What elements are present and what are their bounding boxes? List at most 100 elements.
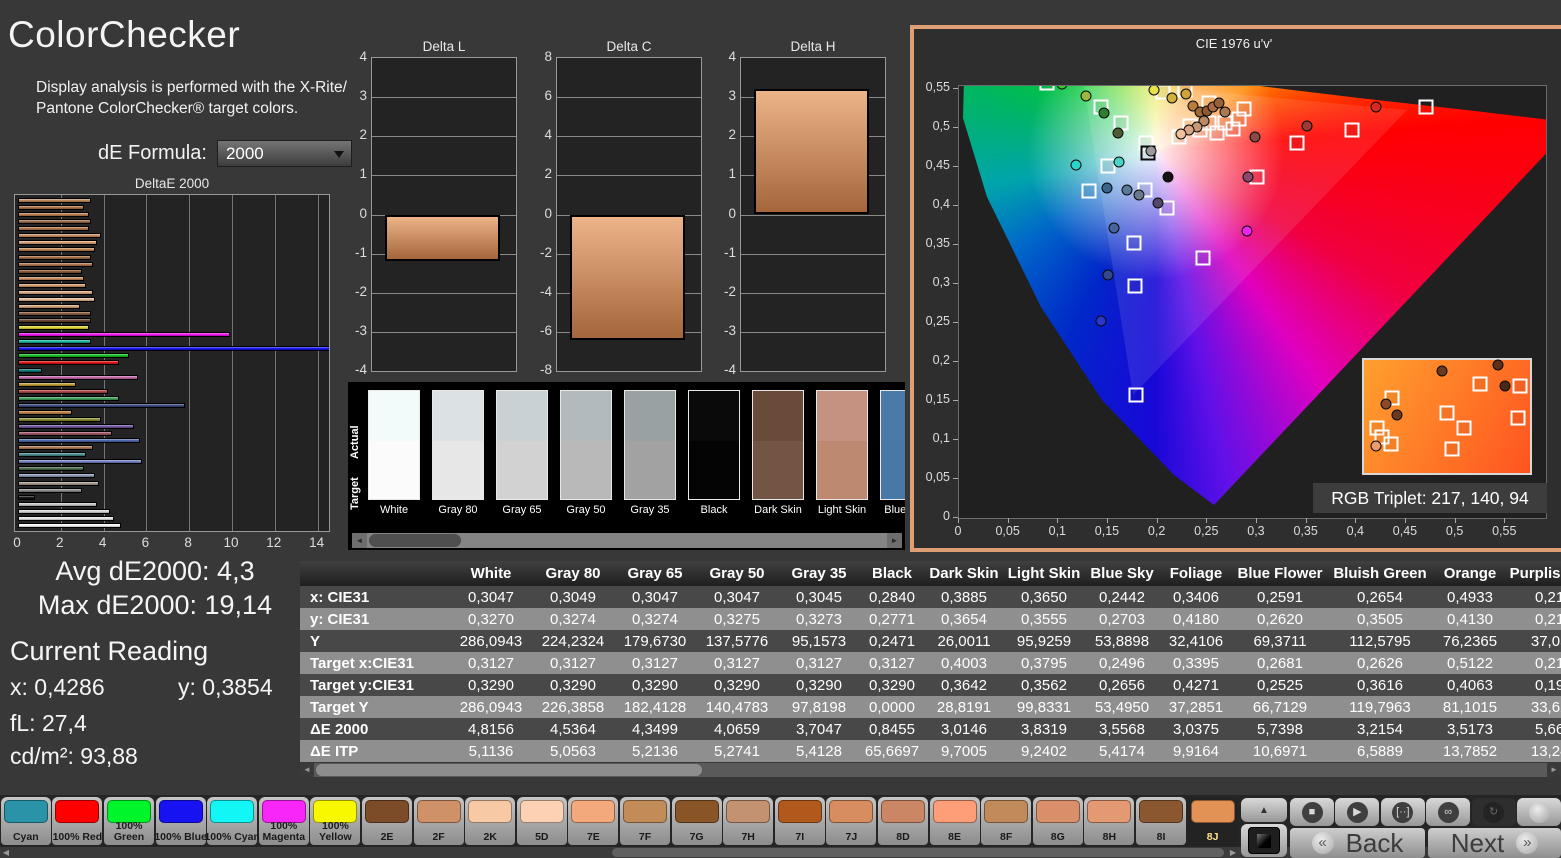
patch-button-7j[interactable]: 7J xyxy=(826,797,876,845)
rgb-triplet-readout: RGB Triplet: 217, 140, 94 xyxy=(1313,483,1547,513)
de-formula-dropdown[interactable]: 2000 xyxy=(217,140,352,167)
swatch-label: Gray 80 xyxy=(426,504,490,516)
patch-strip-scrollbar[interactable]: ◀ ▶ xyxy=(0,847,1240,858)
patch-color-chip xyxy=(623,800,667,823)
patch-button-100-blue[interactable]: 100% Blue xyxy=(156,797,206,845)
patch-button-7f[interactable]: 7F xyxy=(620,797,670,845)
table-cell: 26,0011 xyxy=(924,630,1004,652)
scroll-right-icon[interactable]: ▶ xyxy=(1227,847,1239,858)
patch-button-8e[interactable]: 8E xyxy=(930,797,980,845)
cie-x-tick xyxy=(1306,518,1307,523)
patch-button-2k[interactable]: 2K xyxy=(465,797,515,845)
swatch-scrollbar[interactable]: ◄ ► xyxy=(352,533,902,548)
deltae-bar xyxy=(18,396,119,401)
patch-button-7h[interactable]: 7H xyxy=(723,797,773,845)
play-button[interactable]: ▶ xyxy=(1335,798,1379,826)
delta-bar xyxy=(570,215,685,340)
table-cell: 99,8331 xyxy=(1004,696,1084,718)
record-blank-button[interactable] xyxy=(1517,798,1561,826)
patch-color-chip xyxy=(675,800,719,823)
patch-button-7i[interactable]: 7I xyxy=(775,797,825,845)
page-title: ColorChecker xyxy=(8,14,240,56)
scroll-left-icon[interactable]: ◄ xyxy=(300,763,314,777)
loop-button[interactable]: ↻ xyxy=(1472,798,1516,826)
table-column-header: Light Skin xyxy=(1004,561,1084,586)
patch-button-100-cyan[interactable]: 100% Cyan xyxy=(207,797,257,845)
cie-measurement-marker xyxy=(1243,172,1254,183)
de-formula-value: 2000 xyxy=(226,144,264,164)
patch-button-2e[interactable]: 2E xyxy=(362,797,412,845)
patch-button-7e[interactable]: 7E xyxy=(568,797,618,845)
scroll-right-icon[interactable]: ► xyxy=(1547,763,1561,777)
table-scrollbar[interactable]: ◄ ► xyxy=(300,763,1561,777)
patch-button-8j[interactable]: 8J xyxy=(1188,797,1238,845)
loop-icon: ↻ xyxy=(1483,802,1504,823)
table-cell: 0,4063 xyxy=(1432,674,1508,696)
stop-display-button[interactable] xyxy=(1241,824,1287,857)
delta-y-tick-label: -8 xyxy=(531,362,552,377)
delta-y-tick-label: 0 xyxy=(346,206,367,221)
patch-button-label: 2F xyxy=(411,832,467,843)
delta-gridline xyxy=(741,254,885,255)
swatch-scroll-thumb[interactable] xyxy=(369,534,461,547)
back-button[interactable]: « Back xyxy=(1290,828,1425,858)
inset-measurement-marker xyxy=(1437,366,1448,377)
scroll-right-icon[interactable]: ► xyxy=(887,533,902,548)
patch-button-cyan[interactable]: Cyan xyxy=(1,797,51,845)
table-cell: 0,3047 xyxy=(614,586,696,608)
patch-button-8f[interactable]: 8F xyxy=(981,797,1031,845)
infinity-button[interactable]: ∞ xyxy=(1426,798,1470,826)
table-cell: 3,5568 xyxy=(1084,718,1160,740)
patch-scroll-thumb[interactable] xyxy=(612,848,1224,857)
table-cell: 76,2365 xyxy=(1432,630,1508,652)
inset-target-marker xyxy=(1511,410,1526,425)
delta-y-tick-label: -2 xyxy=(531,245,552,260)
table-cell: 0,3127 xyxy=(778,652,860,674)
scroll-left-icon[interactable]: ◀ xyxy=(0,847,12,858)
deltae-bar xyxy=(18,297,95,302)
scroll-left-icon[interactable]: ◄ xyxy=(352,533,367,548)
frame-step-button[interactable]: [··] xyxy=(1381,798,1425,826)
patch-button-100-yellow[interactable]: 100% Yellow xyxy=(310,797,360,845)
delta-y-tick-label: 1 xyxy=(715,166,736,181)
patch-button-7g[interactable]: 7G xyxy=(672,797,722,845)
patch-button-8i[interactable]: 8I xyxy=(1136,797,1186,845)
scroll-up-button[interactable]: ▲ xyxy=(1241,798,1287,822)
patch-button-label: 2E xyxy=(359,832,415,843)
deltae-bar xyxy=(18,262,93,267)
table-cell: 53,4950 xyxy=(1084,696,1160,718)
patch-button-8g[interactable]: 8G xyxy=(1033,797,1083,845)
patch-color-chip xyxy=(520,800,564,823)
cie-diagram-panel: CIE 1976 u'v' RGB Triplet: 217, 140, 94 … xyxy=(910,25,1561,552)
back-button-label: Back xyxy=(1346,828,1404,858)
delta-c-chart: 86420-2-4-6-8 xyxy=(531,57,704,390)
delta-y-tick-label: 1 xyxy=(346,166,367,181)
fl-label: fL: xyxy=(10,710,36,736)
deltae-bar xyxy=(18,417,101,422)
patch-button-5d[interactable]: 5D xyxy=(517,797,567,845)
arrow-up-icon: ▲ xyxy=(1259,805,1269,816)
table-row: Target Y286,0943226,3858182,4128140,4783… xyxy=(300,696,1561,718)
table-cell: 3,8319 xyxy=(1004,718,1084,740)
swatch-actual-color xyxy=(369,391,419,441)
cie-target-marker xyxy=(1082,184,1097,199)
table-cell: 0,3654 xyxy=(924,608,1004,630)
colorchecker-swatch xyxy=(560,390,612,500)
next-button[interactable]: Next » xyxy=(1428,828,1561,858)
patch-button-8h[interactable]: 8H xyxy=(1084,797,1134,845)
patch-button-8d[interactable]: 8D xyxy=(878,797,928,845)
table-scroll-thumb[interactable] xyxy=(316,764,702,776)
patch-button-100-magenta[interactable]: 100% Magenta xyxy=(259,797,309,845)
table-cell: 3,0375 xyxy=(1160,718,1232,740)
deltae-bar xyxy=(18,353,129,358)
patch-color-chip xyxy=(984,800,1028,823)
patch-button-2f[interactable]: 2F xyxy=(414,797,464,845)
table-cell: 0,3274 xyxy=(614,608,696,630)
cie-y-tick xyxy=(953,127,958,128)
cie-measurement-marker xyxy=(1371,101,1382,112)
patch-button-100-red[interactable]: 100% Red xyxy=(52,797,102,845)
patch-button-100-green[interactable]: 100% Green xyxy=(104,797,154,845)
stop-button[interactable]: ■ xyxy=(1290,798,1334,826)
patch-color-chip xyxy=(4,800,48,823)
table-cell: 3,7047 xyxy=(778,718,860,740)
